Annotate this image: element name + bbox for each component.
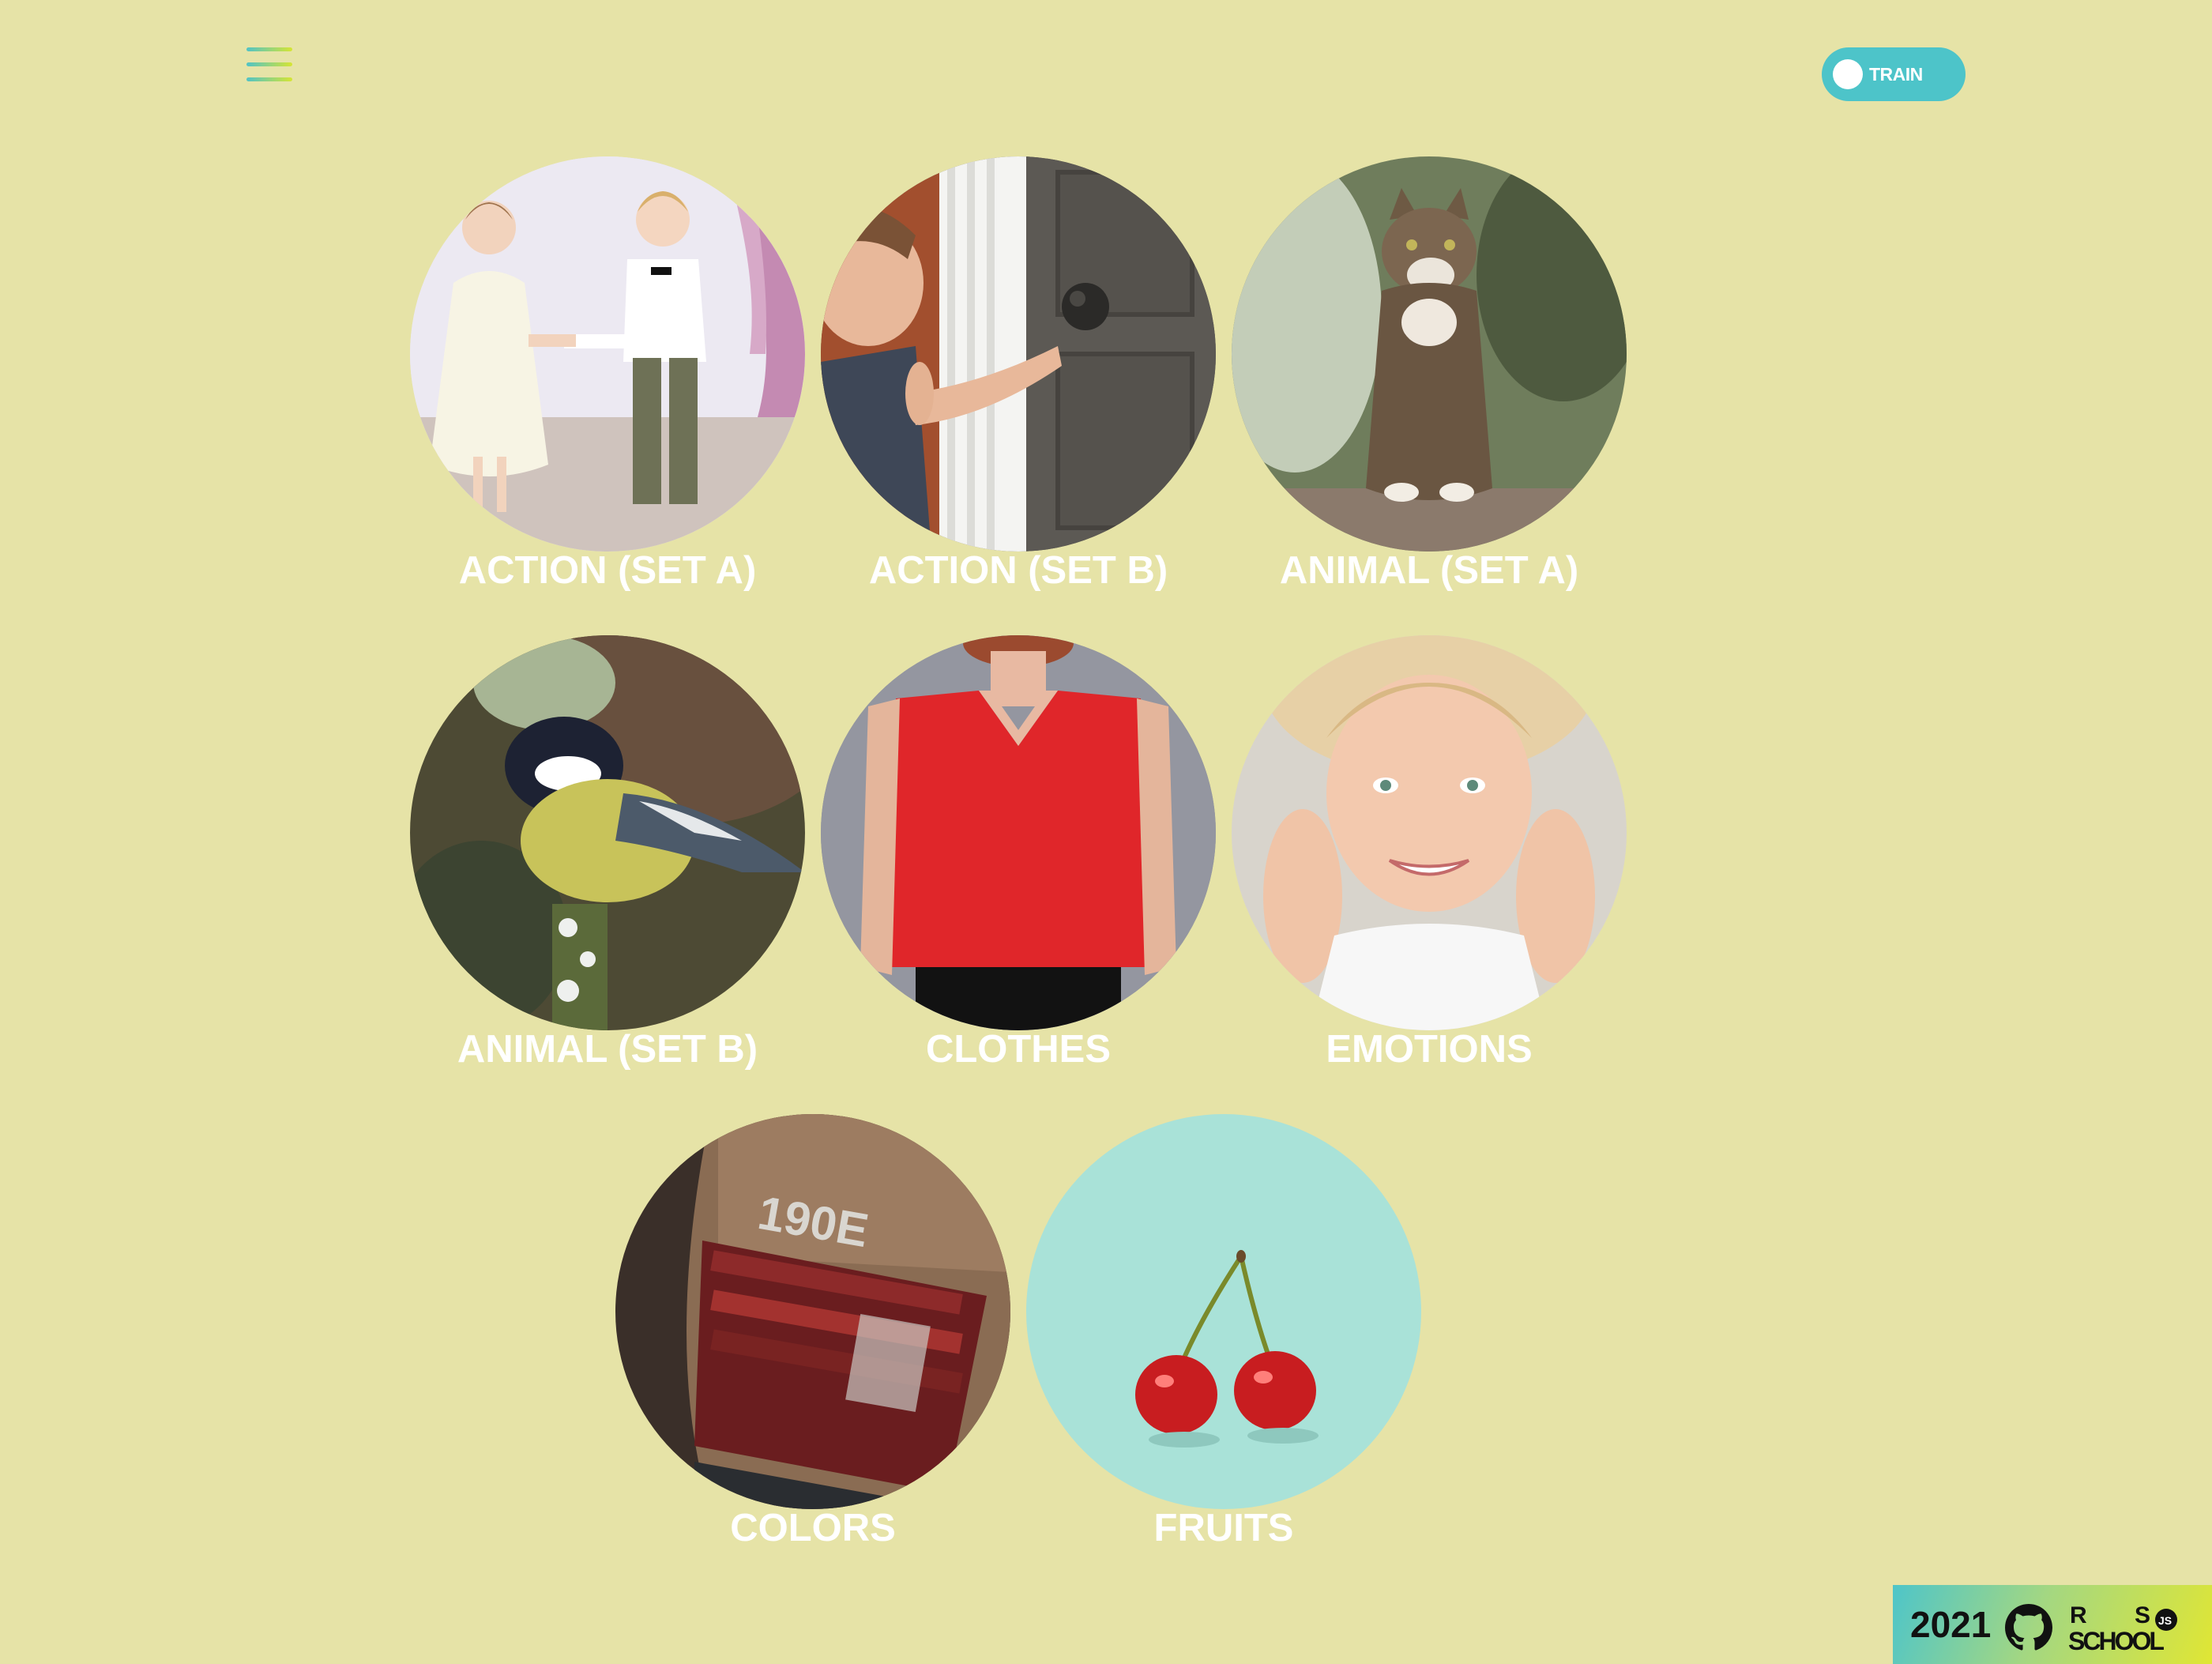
category-title[interactable]: ACTION (SET B) <box>789 548 1247 593</box>
category-image[interactable] <box>1026 1114 1421 1509</box>
svg-text:SCHOOL: SCHOOL <box>2068 1627 2164 1655</box>
category-card-emotions[interactable]: EMOTIONS <box>1232 635 1627 1101</box>
menu-line <box>246 77 292 81</box>
train-play-toggle[interactable]: TRAIN <box>1822 47 1966 101</box>
bird-image <box>410 635 805 1030</box>
boy-opening-door-image <box>821 156 1216 552</box>
rs-school-logo[interactable]: R S SCHOOL JS <box>2068 1599 2203 1655</box>
category-image[interactable]: 190E <box>615 1114 1010 1509</box>
category-card-colors[interactable]: 190E COLORS <box>615 1114 1010 1580</box>
category-title[interactable]: ACTION (SET A) <box>378 548 837 593</box>
category-image[interactable] <box>1232 156 1627 552</box>
category-card-action-a[interactable]: ACTION (SET A) <box>410 156 805 623</box>
car-taillight-image: 190E <box>615 1114 1010 1509</box>
cherries-image <box>1026 1114 1421 1509</box>
category-card-action-b[interactable]: ACTION (SET B) <box>821 156 1216 623</box>
main-page: TRAIN ACTION (SET A) ACTION (SET B) ANIM… <box>0 0 2212 1664</box>
category-title[interactable]: ANIMAL (SET B) <box>378 1027 837 1071</box>
category-image[interactable] <box>410 635 805 1030</box>
smiling-girl-image <box>1232 635 1627 1030</box>
toggle-label: TRAIN <box>1869 64 1923 85</box>
footer-badge: 2021 R S SCHOOL JS <box>1893 1585 2212 1664</box>
category-title[interactable]: COLORS <box>584 1506 1042 1550</box>
hamburger-menu-icon[interactable] <box>243 43 294 87</box>
toggle-knob[interactable] <box>1833 59 1863 89</box>
category-title[interactable]: FRUITS <box>995 1506 1453 1550</box>
category-card-clothes[interactable]: CLOTHES <box>821 635 1216 1101</box>
category-image[interactable] <box>410 156 805 552</box>
svg-text:JS: JS <box>2158 1614 2172 1627</box>
category-card-animal-a[interactable]: ANIMAL (SET A) <box>1232 156 1627 623</box>
github-icon[interactable] <box>2005 1604 2052 1651</box>
menu-line <box>246 62 292 66</box>
svg-text:S: S <box>2135 1602 2150 1628</box>
dancing-kids-image <box>410 156 805 552</box>
category-title[interactable]: CLOTHES <box>789 1027 1247 1071</box>
category-image[interactable] <box>821 156 1216 552</box>
cat-image <box>1232 156 1627 552</box>
red-blouse-image <box>821 635 1216 1030</box>
footer-year: 2021 <box>1910 1604 1992 1645</box>
category-card-animal-b[interactable]: ANIMAL (SET B) <box>410 635 805 1101</box>
category-image[interactable] <box>821 635 1216 1030</box>
category-title[interactable]: EMOTIONS <box>1200 1027 1658 1071</box>
svg-text:R: R <box>2070 1602 2087 1628</box>
category-card-fruits[interactable]: FRUITS <box>1026 1114 1421 1580</box>
category-image[interactable] <box>1232 635 1627 1030</box>
menu-line <box>246 47 292 51</box>
category-title[interactable]: ANIMAL (SET A) <box>1200 548 1658 593</box>
